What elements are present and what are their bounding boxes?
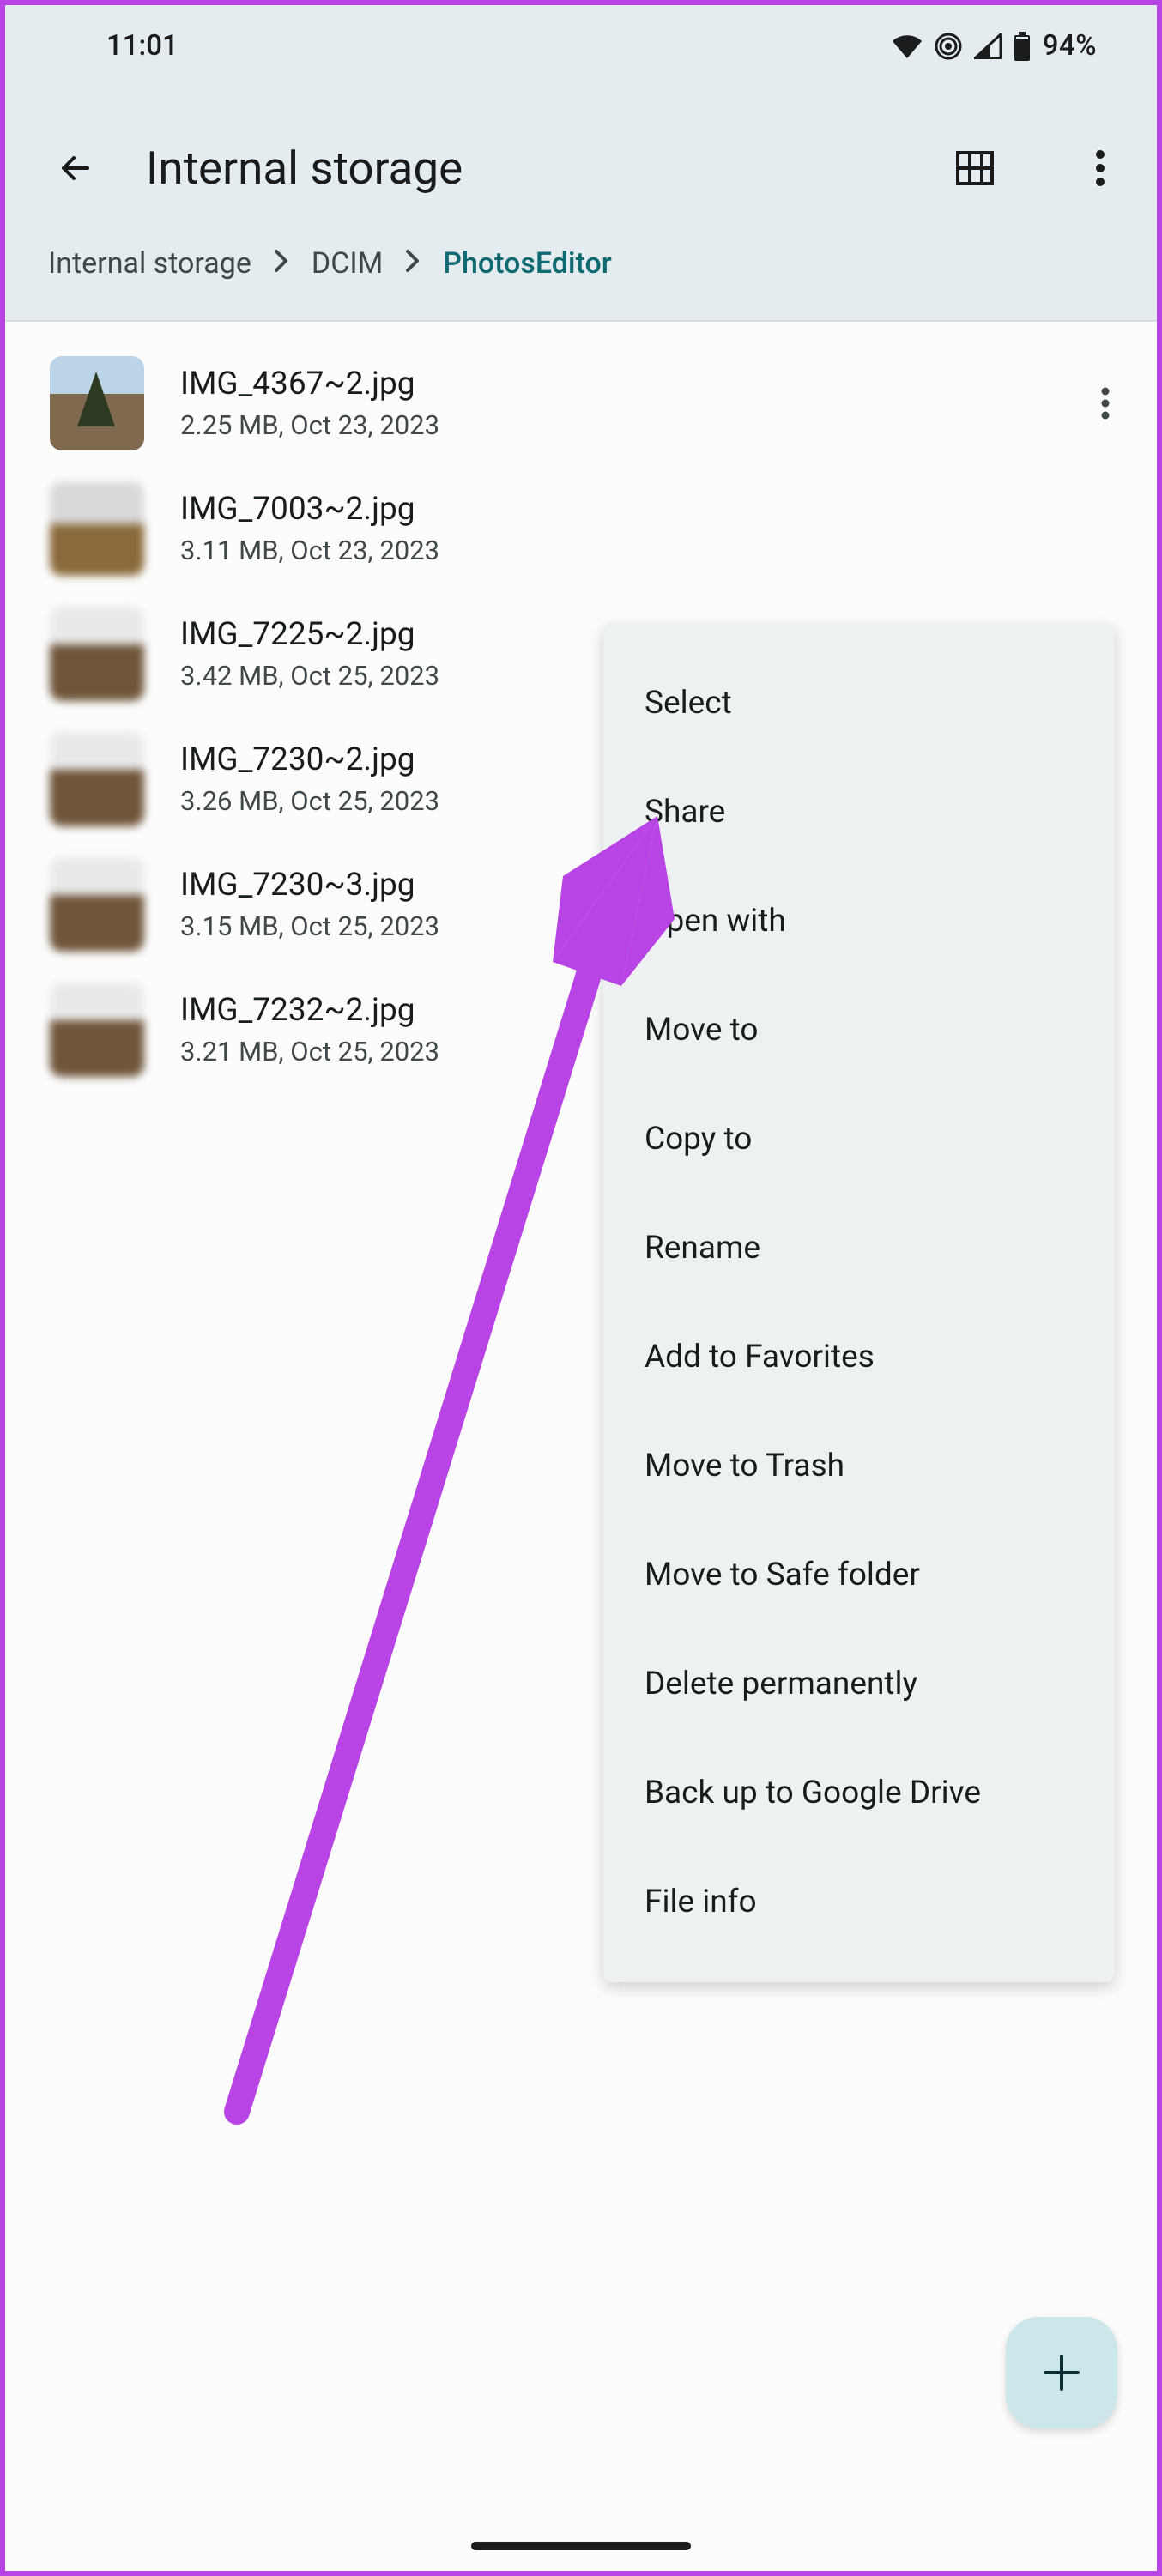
- menu-delete-permanent[interactable]: Delete permanently: [603, 1630, 1115, 1738]
- breadcrumb-current[interactable]: PhotosEditor: [443, 246, 612, 281]
- wifi-icon: [892, 34, 923, 58]
- header-region: 11:01 94% Interna: [5, 5, 1157, 322]
- status-bar: 11:01 94%: [5, 5, 1157, 71]
- file-name: IMG_4367~2.jpg: [180, 366, 1052, 402]
- add-fab[interactable]: [1006, 2317, 1117, 2428]
- back-button[interactable]: [53, 146, 98, 190]
- breadcrumb-dcim[interactable]: DCIM: [312, 246, 383, 281]
- menu-select[interactable]: Select: [603, 649, 1115, 758]
- battery-percent: 94%: [1043, 29, 1097, 63]
- menu-add-favorites[interactable]: Add to Favorites: [603, 1303, 1115, 1412]
- menu-file-info[interactable]: File info: [603, 1847, 1115, 1956]
- menu-open-with[interactable]: Open with: [603, 867, 1115, 976]
- menu-share[interactable]: Share: [603, 758, 1115, 867]
- file-thumbnail: [50, 983, 144, 1077]
- file-row[interactable]: IMG_7003~2.jpg 3.11 MB, Oct 23, 2023: [5, 466, 1157, 591]
- file-meta: 2.25 MB, Oct 23, 2023: [180, 409, 1052, 441]
- signal-icon: [974, 33, 1002, 59]
- menu-backup-drive[interactable]: Back up to Google Drive: [603, 1738, 1115, 1847]
- file-thumbnail: [50, 857, 144, 952]
- app-bar: Internal storage: [5, 71, 1157, 246]
- menu-rename[interactable]: Rename: [603, 1194, 1115, 1303]
- battery-icon: [1014, 32, 1031, 61]
- file-thumbnail: [50, 607, 144, 701]
- file-meta: 3.11 MB, Oct 23, 2023: [180, 535, 1123, 566]
- file-name: IMG_7003~2.jpg: [180, 491, 1123, 528]
- file-thumbnail: [50, 481, 144, 576]
- menu-copy-to[interactable]: Copy to: [603, 1085, 1115, 1194]
- breadcrumb: Internal storage DCIM PhotosEditor: [5, 246, 1157, 320]
- menu-move-to[interactable]: Move to: [603, 976, 1115, 1085]
- chevron-right-icon: [405, 246, 421, 281]
- nav-handle[interactable]: [471, 2542, 691, 2550]
- chevron-right-icon: [274, 246, 289, 281]
- breadcrumb-root[interactable]: Internal storage: [48, 246, 251, 281]
- context-menu: Select Share Open with Move to Copy to R…: [603, 623, 1115, 1982]
- menu-move-trash[interactable]: Move to Trash: [603, 1412, 1115, 1521]
- file-row[interactable]: IMG_4367~2.jpg 2.25 MB, Oct 23, 2023: [5, 341, 1157, 466]
- file-thumbnail: [50, 732, 144, 826]
- file-overflow-button[interactable]: [1088, 386, 1123, 420]
- page-title: Internal storage: [146, 142, 905, 195]
- menu-move-safe-folder[interactable]: Move to Safe folder: [603, 1521, 1115, 1630]
- overflow-menu-button[interactable]: [1078, 146, 1123, 190]
- grid-view-button[interactable]: [953, 146, 997, 190]
- file-thumbnail: [50, 356, 144, 450]
- hotspot-icon: [935, 33, 962, 60]
- status-time: 11:01: [106, 29, 179, 63]
- plus-icon: [1040, 2351, 1083, 2394]
